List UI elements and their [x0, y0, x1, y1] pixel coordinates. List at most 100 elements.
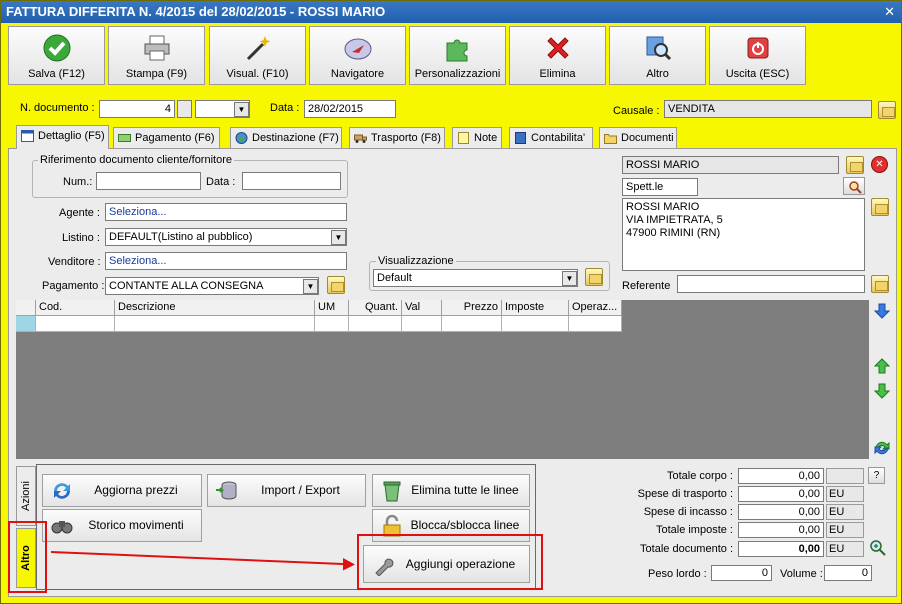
- movement-history-button[interactable]: Storico movimenti: [42, 509, 202, 542]
- customize-button[interactable]: Personalizzazioni: [409, 26, 506, 85]
- referente-field[interactable]: [677, 275, 865, 293]
- customer-folder-icon[interactable]: [846, 156, 864, 174]
- chevron-down-icon[interactable]: ▼: [234, 102, 249, 117]
- magic-wand-icon: [246, 36, 270, 61]
- delete-all-lines-button[interactable]: Elimina tutte le linee: [372, 474, 530, 507]
- date-label: Data :: [270, 102, 300, 114]
- arrow-down-green-icon[interactable]: [873, 382, 891, 400]
- visualizzazione-select[interactable]: Default: [373, 269, 578, 287]
- tab-dettaglio[interactable]: Dettaglio (F5): [16, 125, 109, 149]
- chevron-down-icon[interactable]: ▼: [303, 279, 318, 294]
- venditore-field[interactable]: Seleziona...: [105, 252, 347, 270]
- search-customer-icon[interactable]: [843, 177, 865, 195]
- causale-label: Causale :: [613, 105, 660, 117]
- col-header-quant[interactable]: Quant.: [349, 300, 402, 316]
- address-folder-icon[interactable]: [871, 198, 889, 216]
- causale-folder-icon[interactable]: [878, 101, 896, 119]
- pagamento-select[interactable]: CONTANTE ALLA CONSEGNA: [105, 277, 319, 295]
- chevron-down-icon[interactable]: ▼: [562, 271, 577, 286]
- grid-cell[interactable]: [442, 316, 502, 332]
- import-export-button[interactable]: Import / Export: [207, 474, 366, 507]
- delete-button[interactable]: Elimina: [509, 26, 606, 85]
- tab-trasporto[interactable]: Trasporto (F8): [349, 127, 445, 148]
- ref-date-field[interactable]: [242, 172, 341, 190]
- zoom-total-icon[interactable]: [869, 539, 887, 557]
- remove-customer-icon[interactable]: ✕: [871, 156, 888, 173]
- tab-destinazione[interactable]: Destinazione (F7): [230, 127, 342, 148]
- delete-button-label: Elimina: [539, 68, 576, 80]
- col-header-descrizione[interactable]: Descrizione: [115, 300, 315, 316]
- arrow-up-green-icon[interactable]: [873, 357, 891, 375]
- agente-label: Agente :: [59, 207, 100, 219]
- refresh-green-icon[interactable]: [873, 439, 891, 457]
- referente-folder-icon[interactable]: [871, 275, 889, 293]
- help-button[interactable]: ?: [868, 467, 885, 484]
- col-header-cod[interactable]: Cod.: [36, 300, 115, 316]
- spese-trasporto-unit: EU: [826, 486, 864, 502]
- row-selector[interactable]: [16, 316, 36, 332]
- totale-corpo-field[interactable]: 0,00: [738, 468, 824, 484]
- tab-trasporto-label: Trasporto (F8): [371, 132, 441, 144]
- tab-note-label: Note: [474, 132, 498, 144]
- arrow-down-blue-icon[interactable]: [873, 302, 891, 320]
- referente-label: Referente: [622, 280, 671, 292]
- col-header-prezzo[interactable]: Prezzo: [442, 300, 502, 316]
- spese-trasporto-field[interactable]: 0,00: [738, 486, 824, 502]
- grid-cell[interactable]: [349, 316, 402, 332]
- grid-cell[interactable]: [502, 316, 569, 332]
- update-prices-button[interactable]: Aggiorna prezzi: [42, 474, 202, 507]
- doc-number-spin[interactable]: [177, 100, 192, 118]
- magnifier-icon: [646, 36, 671, 61]
- address-line: VIA IMPIETRATA, 5: [626, 214, 723, 226]
- causale-field[interactable]: VENDITA: [664, 100, 872, 118]
- tab-note[interactable]: Note: [452, 127, 502, 148]
- spese-incasso-field[interactable]: 0,00: [738, 504, 824, 520]
- listino-label: Listino :: [62, 232, 100, 244]
- pagamento-folder-icon[interactable]: [327, 276, 345, 294]
- spese-incasso-unit: EU: [826, 504, 864, 520]
- close-icon[interactable]: ✕: [884, 1, 895, 23]
- other-button[interactable]: Altro: [609, 26, 706, 85]
- tab-documenti[interactable]: Documenti: [599, 127, 677, 148]
- tab-contabilita[interactable]: Contabilita': [509, 127, 593, 148]
- col-header-val[interactable]: Val: [402, 300, 442, 316]
- check-icon: [43, 34, 70, 62]
- exit-button[interactable]: Uscita (ESC): [709, 26, 806, 85]
- lines-grid[interactable]: Cod. Descrizione UM Quant. Val Prezzo Im…: [16, 300, 869, 459]
- print-button[interactable]: Stampa (F9): [108, 26, 205, 85]
- totale-imposte-field[interactable]: 0,00: [738, 522, 824, 538]
- col-header-operaz[interactable]: Operaz...: [569, 300, 622, 316]
- ref-num-field[interactable]: [96, 172, 201, 190]
- side-tab-azioni[interactable]: Azioni: [16, 466, 36, 526]
- customer-name-field[interactable]: ROSSI MARIO: [622, 156, 839, 174]
- globe-icon: [235, 132, 248, 144]
- visualizzazione-folder-icon[interactable]: [585, 268, 603, 286]
- import-export-label: Import / Export: [261, 483, 340, 497]
- date-field[interactable]: 28/02/2015: [304, 100, 396, 118]
- col-header-um[interactable]: UM: [315, 300, 349, 316]
- customer-address-box[interactable]: ROSSI MARIO VIA IMPIETRATA, 5 47900 RIMI…: [622, 198, 865, 271]
- grid-cell[interactable]: [402, 316, 442, 332]
- grid-cell[interactable]: [36, 316, 115, 332]
- tab-destinazione-label: Destinazione (F7): [252, 132, 339, 144]
- save-button[interactable]: Salva (F12): [8, 26, 105, 85]
- power-icon: [747, 37, 768, 59]
- listino-select[interactable]: DEFAULT(Listino al pubblico): [105, 228, 347, 246]
- volume-field[interactable]: 0: [824, 565, 872, 581]
- spese-trasporto-label: Spese di trasporto :: [637, 488, 733, 500]
- col-header-imposte[interactable]: Imposte: [502, 300, 569, 316]
- totale-documento-field[interactable]: 0,00: [738, 541, 824, 557]
- grid-cell[interactable]: [115, 316, 315, 332]
- tab-pagamento[interactable]: Pagamento (F6): [113, 127, 220, 148]
- grid-cell[interactable]: [569, 316, 622, 332]
- address-line: 47900 RIMINI (RN): [626, 227, 721, 239]
- grid-cell[interactable]: [315, 316, 349, 332]
- chevron-down-icon[interactable]: ▼: [331, 230, 346, 245]
- peso-lordo-field[interactable]: 0: [711, 565, 772, 581]
- preview-button[interactable]: Visual. (F10): [209, 26, 306, 85]
- navigator-button[interactable]: Navigatore: [309, 26, 406, 85]
- customer-title-field[interactable]: Spett.le: [622, 178, 698, 196]
- doc-number-field[interactable]: 4: [99, 100, 175, 118]
- other-button-label: Altro: [646, 68, 669, 80]
- agente-field[interactable]: Seleziona...: [105, 203, 347, 221]
